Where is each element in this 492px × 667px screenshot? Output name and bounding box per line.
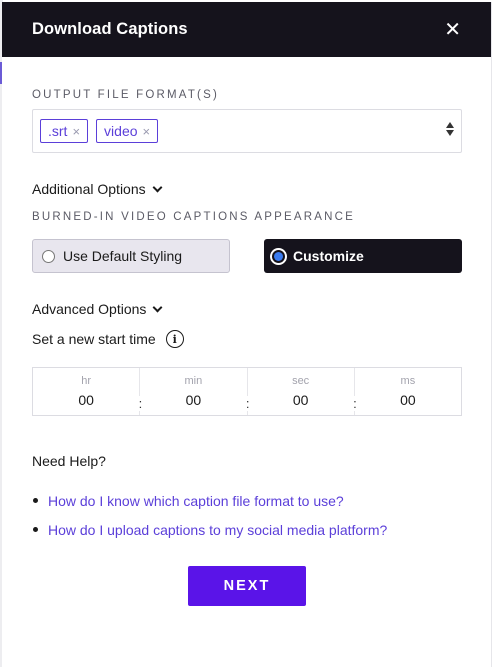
download-captions-modal: Download Captions ✕ OUTPUT FILE FORMAT(S… — [2, 2, 492, 667]
bullet-icon — [33, 527, 38, 532]
advanced-options-toggle[interactable]: Advanced Options — [32, 301, 163, 317]
help-link-caption-format[interactable]: How do I know which caption file format … — [48, 493, 344, 509]
seconds-field[interactable]: sec 00 : — [248, 368, 357, 415]
start-time-row: Set a new start time i — [32, 330, 184, 348]
format-tag-srt: .srt × — [40, 119, 89, 143]
start-time-input: hr 00 : min 00 : sec 00 : ms 00 — [32, 367, 462, 416]
modal-header: Download Captions ✕ — [2, 2, 491, 57]
advanced-options-label: Advanced Options — [32, 301, 147, 317]
seconds-value[interactable]: 00 — [293, 392, 309, 408]
milliseconds-value[interactable]: 00 — [400, 392, 416, 408]
customize-option[interactable]: Customize — [264, 239, 462, 273]
output-format-label: OUTPUT FILE FORMAT(S) — [32, 89, 219, 101]
chevron-down-icon — [152, 302, 163, 312]
customize-label: Customize — [293, 248, 364, 264]
hours-field[interactable]: hr 00 : — [33, 368, 143, 415]
default-styling-option[interactable]: Use Default Styling — [32, 239, 230, 273]
need-help-title: Need Help? — [32, 453, 106, 469]
select-arrows-icon — [446, 122, 454, 136]
format-tag-video: video × — [96, 119, 159, 143]
radio-selected-icon — [270, 247, 287, 265]
minutes-field[interactable]: min 00 : — [140, 368, 250, 415]
radio-unselected-icon — [42, 249, 55, 263]
additional-options-toggle[interactable]: Additional Options — [32, 181, 163, 197]
milliseconds-unit-label: ms — [400, 375, 416, 387]
format-tag-label: .srt — [48, 123, 68, 139]
burned-in-label: BURNED-IN VIDEO CAPTIONS APPEARANCE — [32, 211, 356, 223]
seconds-unit-label: sec — [292, 375, 310, 387]
minutes-unit-label: min — [184, 375, 203, 387]
chevron-down-icon — [152, 182, 163, 192]
info-icon[interactable]: i — [165, 330, 184, 348]
start-time-label: Set a new start time — [32, 331, 156, 347]
output-format-select[interactable]: .srt × video × — [32, 109, 462, 153]
hours-value[interactable]: 00 — [78, 392, 94, 408]
remove-tag-icon[interactable]: × — [143, 124, 151, 139]
hours-unit-label: hr — [81, 375, 92, 387]
remove-tag-icon[interactable]: × — [72, 124, 80, 139]
milliseconds-field[interactable]: ms 00 — [355, 368, 461, 415]
close-icon[interactable]: ✕ — [444, 20, 461, 40]
modal-title: Download Captions — [32, 20, 188, 38]
next-button[interactable]: NEXT — [188, 566, 306, 606]
bullet-icon — [33, 498, 38, 503]
default-styling-label: Use Default Styling — [63, 248, 183, 264]
help-links-list: How do I know which caption file format … — [32, 486, 387, 544]
list-item: How do I upload captions to my social me… — [32, 515, 387, 544]
additional-options-label: Additional Options — [32, 181, 146, 197]
format-tag-label: video — [104, 123, 138, 139]
minutes-value[interactable]: 00 — [186, 392, 202, 408]
help-link-upload-social[interactable]: How do I upload captions to my social me… — [48, 522, 387, 538]
list-item: How do I know which caption file format … — [32, 486, 387, 515]
